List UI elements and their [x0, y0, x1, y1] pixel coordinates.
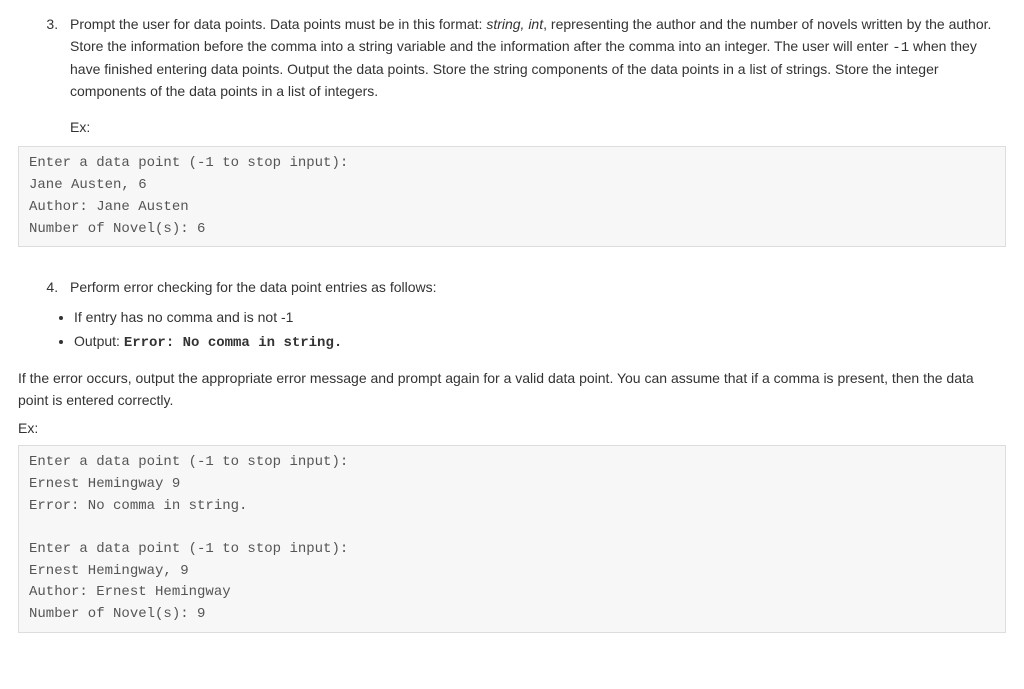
numbered-list: Prompt the user for data points. Data po…: [18, 14, 1006, 138]
numbered-list-cont: Perform error checking for the data poin…: [18, 277, 1006, 299]
item4-bullet1: If entry has no comma and is not -1: [74, 307, 1006, 329]
item4-bullet2-code: Error: No comma in string.: [124, 335, 342, 351]
item3-format: string, int: [486, 16, 543, 32]
list-item-4: Perform error checking for the data poin…: [62, 277, 1006, 299]
item4-bullets: If entry has no comma and is not -1 Outp…: [18, 307, 1006, 354]
item4-code-block: Enter a data point (-1 to stop input): E…: [18, 445, 1006, 633]
item4-bullet2: Output: Error: No comma in string.: [74, 331, 1006, 355]
list-item-3: Prompt the user for data points. Data po…: [62, 14, 1006, 138]
item4-ex-label: Ex:: [18, 418, 1006, 440]
item4-error-para: If the error occurs, output the appropri…: [18, 368, 1006, 411]
item4-bullet2-prefix: Output:: [74, 333, 124, 349]
item3-sentinel: -1: [892, 40, 909, 56]
item3-code-block: Enter a data point (-1 to stop input): J…: [18, 146, 1006, 247]
item3-ex-label: Ex:: [70, 117, 1006, 139]
item4-intro: Perform error checking for the data poin…: [70, 279, 437, 295]
item3-text-part1: Prompt the user for data points. Data po…: [70, 16, 486, 32]
